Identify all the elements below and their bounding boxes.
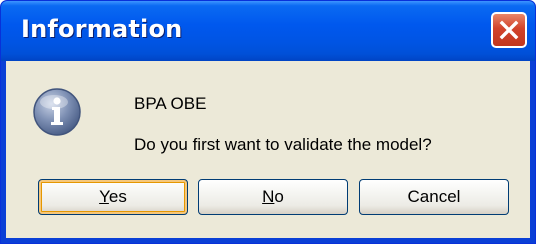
yes-button[interactable]: Yes <box>38 179 188 215</box>
yes-mnemonic: Y <box>99 187 109 206</box>
yes-label-rest: es <box>108 187 127 206</box>
dialog-title: Information <box>21 15 183 43</box>
cancel-button[interactable]: Cancel <box>359 179 509 215</box>
cancel-button-label: Cancel <box>407 187 461 206</box>
information-dialog: Information BPA OBE Do you first want to… <box>0 0 536 244</box>
information-icon <box>32 87 82 137</box>
no-button-label: No <box>262 187 284 206</box>
close-button[interactable] <box>491 12 527 48</box>
yes-button-label: Yes <box>99 187 127 206</box>
message-app-name: BPA OBE <box>134 94 207 113</box>
no-button[interactable]: No <box>198 179 348 215</box>
no-label-rest: o <box>274 187 284 206</box>
no-mnemonic: N <box>262 187 275 206</box>
dialog-body: BPA OBE Do you first want to validate th… <box>6 61 530 238</box>
title-bar[interactable]: Information <box>1 1 535 61</box>
message-question: Do you first want to validate the model? <box>134 135 432 154</box>
